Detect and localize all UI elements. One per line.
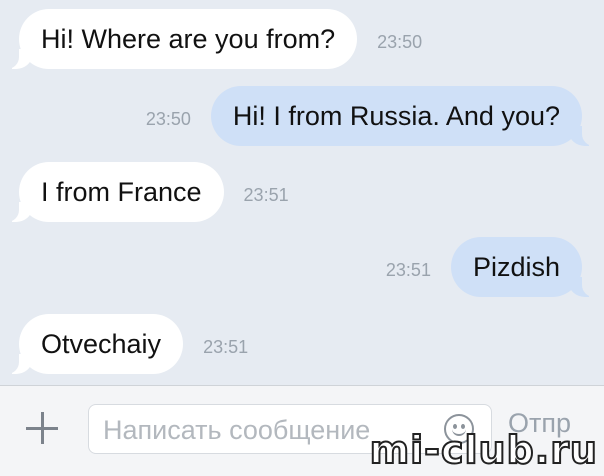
message-time: 23:51 [203, 336, 249, 357]
message-text: Hi! I from Russia. And you? [232, 100, 560, 131]
message-row: I from France 23:51 [5, 162, 289, 222]
watermark: mi-club.ru [369, 427, 598, 473]
message-bubble-incoming[interactable]: Hi! Where are you from? [4, 9, 358, 69]
message-bubble-incoming[interactable]: I from France [5, 162, 224, 222]
message-row: Hi! Where are you from? 23:50 [4, 9, 423, 69]
message-bubble-incoming[interactable]: Otvechaiy [4, 314, 184, 374]
message-row: Otvechaiy 23:51 [4, 314, 249, 374]
message-time: 23:51 [243, 184, 289, 205]
plus-icon[interactable] [24, 410, 60, 446]
message-time: 23:51 [385, 259, 431, 280]
message-row: 23:50 Hi! I from Russia. And you? [145, 86, 597, 146]
message-text: Hi! Where are you from? [41, 23, 336, 54]
message-bubble-outgoing[interactable]: Pizdish [450, 237, 597, 297]
message-time: 23:50 [377, 31, 423, 52]
message-text: Pizdish [472, 251, 560, 282]
message-bubble-outgoing[interactable]: Hi! I from Russia. And you? [210, 86, 597, 146]
message-row: 23:51 Pizdish [385, 237, 597, 297]
message-input-bar: Отпр mi-club.ru [0, 385, 604, 476]
message-text: I from France [41, 176, 202, 207]
message-text: Otvechaiy [41, 328, 162, 359]
message-time: 23:50 [145, 108, 191, 129]
chat-area[interactable]: Hi! Where are you from? 23:50 23:50 Hi! … [0, 0, 604, 385]
